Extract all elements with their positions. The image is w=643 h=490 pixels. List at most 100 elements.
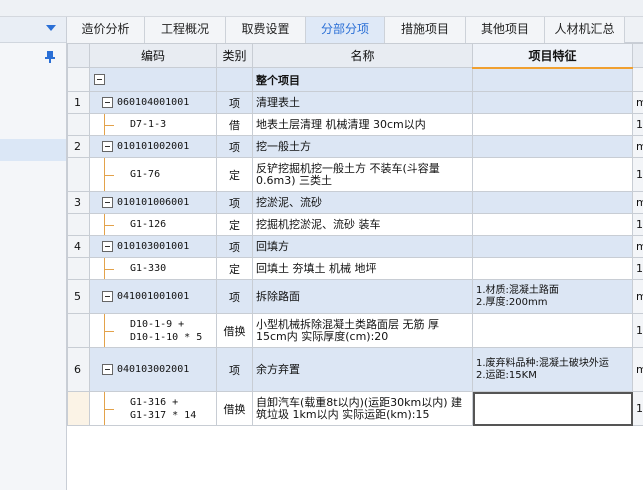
right-edge-cell: 1 <box>632 113 643 136</box>
table-row-bill-item[interactable]: 6 040103002001 项余方弃置 1.废弃料品种:混凝土破块外运 2.运距:1… <box>67 347 643 392</box>
feature-cell[interactable] <box>472 313 633 348</box>
pin-icon[interactable] <box>43 50 57 64</box>
row-number-header <box>67 43 90 68</box>
tab-cost-analysis[interactable]: 造价分析 <box>67 17 145 43</box>
code-cell[interactable]: 010103001001 <box>89 235 217 258</box>
tab-labor-material-summary[interactable]: 人材机汇总 <box>545 17 625 43</box>
code-cell[interactable]: 041001001001 <box>89 279 217 314</box>
type-cell[interactable]: 借换 <box>216 313 253 348</box>
minus-box-icon[interactable] <box>102 97 113 108</box>
feature-cell[interactable] <box>472 191 633 214</box>
type-cell[interactable]: 借换 <box>216 391 253 426</box>
type-cell[interactable]: 定 <box>216 257 253 280</box>
table-row-bill-item[interactable]: 5 041001001001 项拆除路面1.材质:混凝土路面 2.厚度:200mmm <box>67 279 643 314</box>
minus-box-icon[interactable] <box>94 74 105 85</box>
column-header-code[interactable]: 编码 <box>89 43 217 68</box>
feature-cell[interactable] <box>472 157 633 192</box>
tab-project-overview[interactable]: 工程概况 <box>145 17 226 43</box>
table-row-quota[interactable]: G1-126 定挖掘机挖淤泥、流砂 装车 1 <box>67 213 643 236</box>
feature-cell[interactable] <box>472 91 633 114</box>
code-cell[interactable]: 040103002001 <box>89 347 217 392</box>
feature-cell[interactable] <box>472 391 633 426</box>
feature-cell[interactable] <box>472 235 633 258</box>
tab-other-items[interactable]: 其他项目 <box>466 17 545 43</box>
right-edge-cell: m <box>632 347 643 392</box>
name-cell[interactable]: 小型机械拆除混凝土类路面层 无筋 厚15cm内 实际厚度(cm):20 <box>252 313 473 348</box>
type-cell[interactable]: 项 <box>216 347 253 392</box>
code-cell[interactable] <box>89 67 217 92</box>
right-edge-cell: 1 <box>632 391 643 426</box>
code-cell[interactable]: G1-76 <box>89 157 217 192</box>
feature-cell[interactable] <box>472 67 633 92</box>
name-cell[interactable]: 反铲挖掘机挖一般土方 不装车(斗容量0.6m3) 三类土 <box>252 157 473 192</box>
feature-cell[interactable]: 1.材质:混凝土路面 2.厚度:200mm <box>472 279 633 314</box>
name-cell[interactable]: 自卸汽车(载重8t以内)(运距30km以内) 建筑垃圾 1km以内 实际运距(k… <box>252 391 473 426</box>
row-number <box>67 213 90 236</box>
type-cell[interactable]: 项 <box>216 235 253 258</box>
type-cell[interactable]: 项 <box>216 279 253 314</box>
name-cell[interactable]: 回填方 <box>252 235 473 258</box>
name-cell[interactable]: 拆除路面 <box>252 279 473 314</box>
feature-cell[interactable] <box>472 135 633 158</box>
feature-cell[interactable]: 1.废弃料品种:混凝土破块外运 2.运距:15KM <box>472 347 633 392</box>
type-cell[interactable]: 定 <box>216 213 253 236</box>
code-cell[interactable]: G1-316 + G1-317 * 14 <box>89 391 217 426</box>
minus-box-icon[interactable] <box>102 141 113 152</box>
type-cell[interactable] <box>216 67 253 92</box>
feature-cell[interactable] <box>472 257 633 280</box>
column-header-feature[interactable]: 项目特征 <box>472 43 633 69</box>
column-header-name[interactable]: 名称 <box>252 43 473 68</box>
minus-box-icon[interactable] <box>102 197 113 208</box>
left-panel-selected-item[interactable] <box>0 139 66 161</box>
tree-line <box>104 124 114 126</box>
table-row-quota[interactable]: G1-330 定回填土 夯填土 机械 地坪 1 <box>67 257 643 280</box>
code-text: 041001001001 <box>117 291 190 302</box>
feature-cell[interactable] <box>472 113 633 136</box>
code-cell[interactable]: D10-1-9 + D10-1-10 * 5 <box>89 313 217 348</box>
table-row-bill-item[interactable]: 3 010101006001 项挖淤泥、流砂 m <box>67 191 643 214</box>
type-cell[interactable]: 定 <box>216 157 253 192</box>
right-edge-cell: m <box>632 279 643 314</box>
code-cell[interactable]: 010101006001 <box>89 191 217 214</box>
name-cell[interactable]: 回填土 夯填土 机械 地坪 <box>252 257 473 280</box>
tree-line <box>104 330 114 332</box>
minus-box-icon[interactable] <box>102 241 113 252</box>
row-number: 5 <box>67 279 90 314</box>
code-cell[interactable]: D7-1-3 <box>89 113 217 136</box>
type-cell[interactable]: 项 <box>216 135 253 158</box>
type-cell[interactable]: 项 <box>216 91 253 114</box>
table-row-bill-item[interactable]: 2 010101002001 项挖一般土方 m <box>67 135 643 158</box>
type-cell[interactable]: 借 <box>216 113 253 136</box>
table-row-quota[interactable]: G1-316 + G1-317 * 14 借换 自卸汽车(载重8t以内)(运距30k… <box>67 391 643 426</box>
table-row-quota[interactable]: D10-1-9 + D10-1-10 * 5 借换 小型机械拆除混凝土类路面层 无筋… <box>67 313 643 348</box>
name-cell[interactable]: 整个项目 <box>252 67 473 92</box>
name-cell[interactable]: 挖一般土方 <box>252 135 473 158</box>
name-cell[interactable]: 挖掘机挖淤泥、流砂 装车 <box>252 213 473 236</box>
name-cell[interactable]: 挖淤泥、流砂 <box>252 191 473 214</box>
code-cell[interactable]: 060104001001 <box>89 91 217 114</box>
minus-box-icon[interactable] <box>102 364 113 375</box>
tab-fee-settings[interactable]: 取费设置 <box>226 17 306 43</box>
column-header-more[interactable] <box>632 43 643 68</box>
left-panel-header[interactable] <box>0 17 66 43</box>
feature-cell[interactable] <box>472 213 633 236</box>
code-cell[interactable]: G1-126 <box>89 213 217 236</box>
minus-box-icon[interactable] <box>102 291 113 302</box>
column-header-type[interactable]: 类别 <box>216 43 253 68</box>
table-row-quota[interactable]: G1-76 定反铲挖掘机挖一般土方 不装车(斗容量0.6m3) 三类土 1 <box>67 157 643 192</box>
type-cell[interactable]: 项 <box>216 191 253 214</box>
name-cell[interactable]: 地表土层清理 机械清理 30cm以内 <box>252 113 473 136</box>
code-cell[interactable]: 010101002001 <box>89 135 217 158</box>
right-edge-cell: 1 <box>632 257 643 280</box>
name-cell[interactable]: 余方弃置 <box>252 347 473 392</box>
tab-measures[interactable]: 措施项目 <box>385 17 466 43</box>
name-cell[interactable]: 清理表土 <box>252 91 473 114</box>
tab-sub-items[interactable]: 分部分项 <box>306 17 385 43</box>
table-row-quota[interactable]: D7-1-3 借地表土层清理 机械清理 30cm以内 1 <box>67 113 643 136</box>
code-cell[interactable]: G1-330 <box>89 257 217 280</box>
table-row-bill-item[interactable]: 1 060104001001 项清理表土 m <box>67 91 643 114</box>
code-text: 010101002001 <box>117 141 190 152</box>
table-row-root[interactable]: 整个项目 <box>67 67 643 92</box>
chevron-down-icon[interactable] <box>46 25 56 31</box>
table-row-bill-item[interactable]: 4 010103001001 项回填方 m <box>67 235 643 258</box>
